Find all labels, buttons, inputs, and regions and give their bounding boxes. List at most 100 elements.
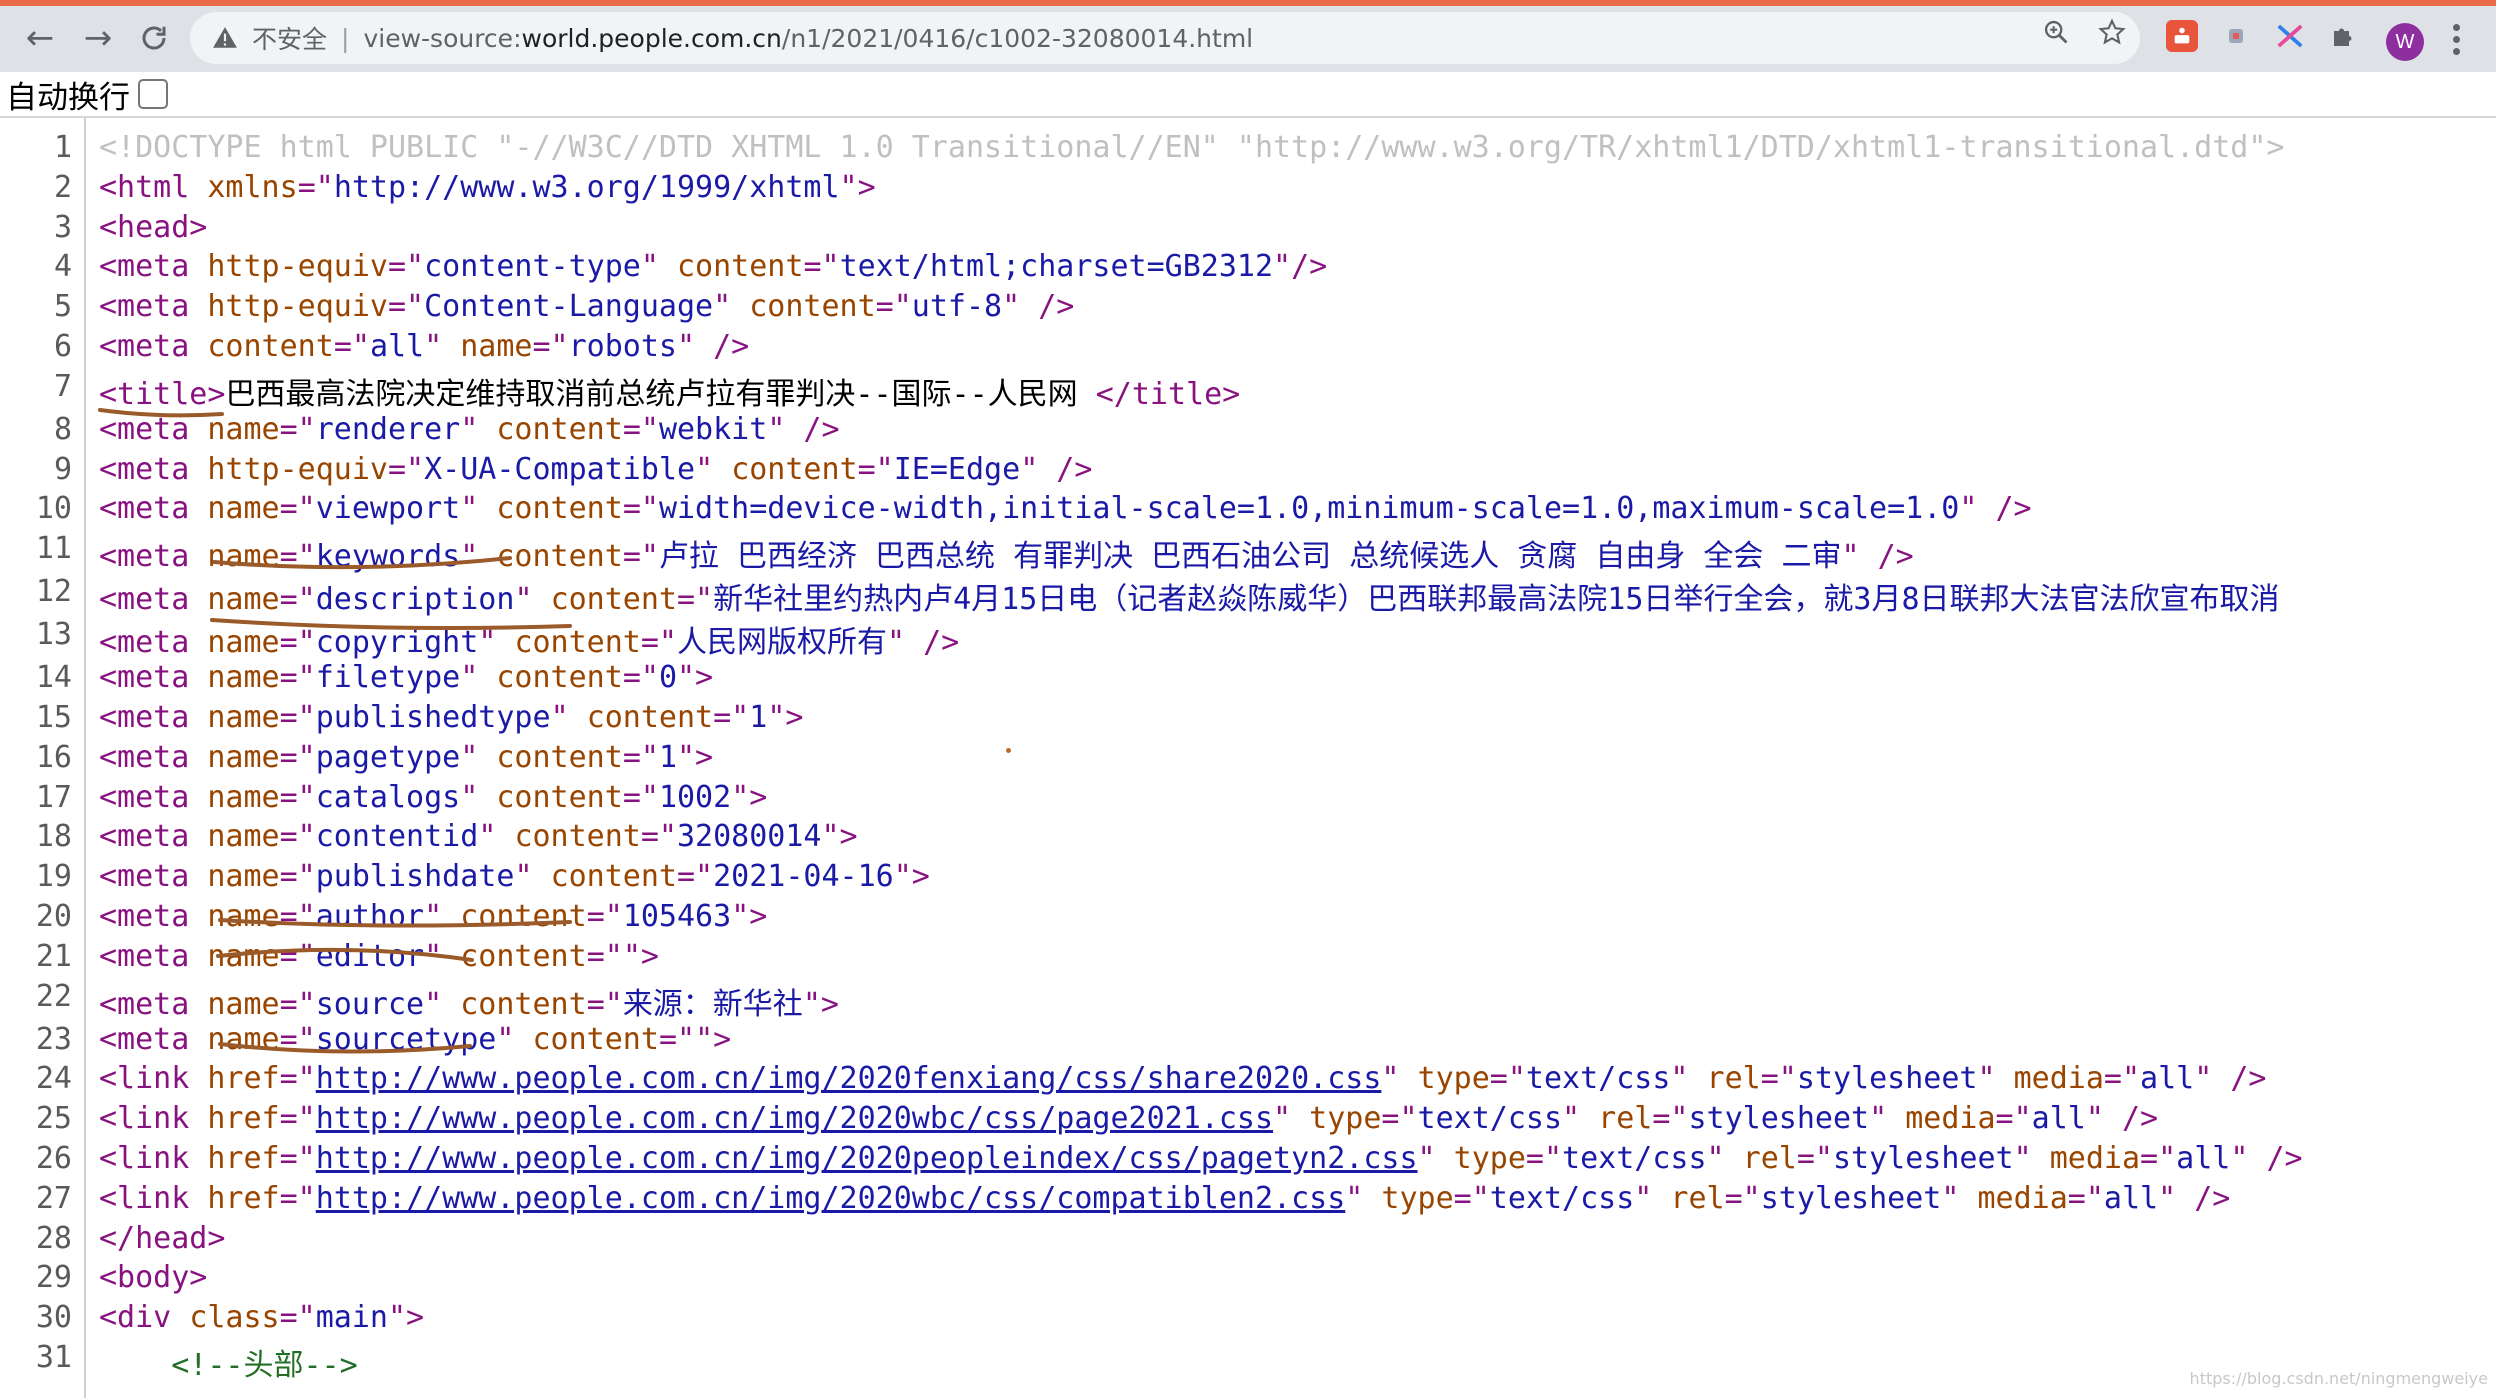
markup-token: " [1381,1061,1418,1097]
warning-icon[interactable] [212,25,238,51]
source-line: <meta http-equiv="content-type" content=… [99,249,1327,284]
attribute-name: http-equiv [207,451,388,487]
markup-token: "> [767,700,804,735]
markup-token: =" [1796,1141,1833,1176]
attribute-name: content [496,779,623,815]
attribute-name: content [532,1021,659,1057]
attribute-name: rel [1706,1061,1761,1097]
line-number: 15 [35,700,72,735]
markup-token: "/> [1273,249,1328,285]
extension-icon[interactable] [2274,20,2306,52]
markup-token: "> [893,859,930,895]
source-link[interactable]: http://www.people.com.cn/img/2020wbc/css… [316,1101,1273,1136]
line-wrap-label[interactable]: 自动换行 [6,72,130,117]
attribute-name: content [460,938,587,974]
source-link[interactable]: http://www.people.com.cn/img/2020peoplei… [316,1141,1418,1176]
forward-icon[interactable]: → [76,16,120,60]
attribute-name: name [207,739,280,775]
avatar[interactable]: W [2386,23,2424,61]
markup-token: " [460,779,497,815]
url-path: /n1/2021/0416/c1002-32080014.html [781,23,1254,53]
extension-icon[interactable] [2166,20,2198,52]
markup-token: =" [279,1141,316,1176]
markup-token: <meta [99,411,208,447]
attribute-name: content [677,249,804,285]
text-content [99,1348,171,1383]
markup-token: " /> [2230,1141,2303,1176]
attribute-name: type [1417,1061,1490,1097]
attribute-value: 来源：新华社 [622,986,803,1022]
markup-token: " [1941,1180,1978,1216]
line-number: 6 [53,329,72,364]
line-number: 26 [35,1141,72,1176]
attribute-name: http-equiv [207,289,388,325]
line-wrap-row: 自动换行 [0,72,2496,118]
attribute-value: X-UA-Compatible [424,451,696,487]
markup-token: "> [731,779,768,815]
line-number: 5 [53,289,72,325]
markup-token: <meta [99,249,208,285]
markup-token: =" [2140,1141,2177,1176]
source-line: <meta name="source" content="来源：新华社"> [99,979,839,1023]
line-number: 10 [35,491,72,527]
markup-token: =" [333,329,370,364]
markup-token: <div [99,1300,190,1336]
attribute-name: rel [1742,1141,1797,1176]
markup-token: <meta [99,329,208,364]
markup-token: " [550,700,587,735]
markup-token: <link [99,1101,208,1137]
attribute-value: 人民网版权所有 [677,625,887,661]
extension-icon[interactable] [2220,20,2252,52]
line-wrap-checkbox[interactable] [138,79,168,109]
markup-token: =" [713,700,750,735]
attribute-value: all [2031,1101,2086,1137]
attribute-value: stylesheet [1688,1101,1870,1137]
markup-token: =" [622,491,659,527]
attribute-value: main [315,1300,388,1336]
attribute-value: robots [568,329,677,364]
line-number: 17 [35,779,72,815]
source-link[interactable]: http://www.people.com.cn/img/2020fenxian… [316,1061,1382,1096]
source-line: <link href="http://www.people.com.cn/img… [99,1141,2303,1176]
markup-token: " /> [2158,1180,2231,1216]
attribute-name: name [207,779,280,815]
markup-token: =" [1453,1180,1490,1216]
security-label[interactable]: 不安全 [252,20,327,56]
attribute-name: media [2013,1061,2104,1097]
attribute-name: href [207,1061,280,1097]
markup-token: " /> [1959,491,2032,527]
back-icon[interactable]: ← [18,16,62,60]
source-line: <meta name="renderer" content="webkit" /… [99,412,840,447]
markup-token: <meta [99,289,208,325]
markup-token: =" [279,411,316,447]
source-link[interactable]: http://www.people.com.cn/img/2020wbc/css… [316,1181,1346,1216]
source-line: <link href="http://www.people.com.cn/img… [99,1101,2158,1136]
attribute-name: name [207,899,280,934]
attribute-value: catalogs [315,779,461,815]
menu-icon[interactable] [2448,20,2464,60]
attribute-value: publishdate [315,859,515,895]
line-number: 8 [53,411,72,447]
markup-token: =" [279,1180,316,1216]
markup-token: =" [2067,1180,2104,1216]
attribute-name: content [550,582,677,618]
zoom-icon[interactable] [2042,18,2070,46]
line-number: 20 [35,899,72,934]
attribute-value: description [315,582,515,618]
source-line: <meta name="pagetype" content="1"> [99,740,713,775]
markup-token: =" [388,249,425,285]
markup-token: =" [279,539,316,575]
attribute-value: copyright [315,625,479,661]
attribute-value: width=device-width,initial-scale=1.0,min… [658,491,1960,527]
attribute-name: content [749,289,876,325]
attribute-value: text/css [1562,1141,1707,1176]
puzzle-icon[interactable] [2328,20,2360,52]
markup-token: " [460,739,497,775]
markup-token: " [460,660,497,696]
reload-icon[interactable] [132,16,176,60]
address-bar[interactable]: 不安全 | view-source: world.people.com.cn/n1… [190,12,2140,64]
markup-token: " [713,289,750,325]
markup-token: =" [2103,1061,2141,1097]
star-icon[interactable] [2098,18,2126,46]
markup-token: =" [279,779,316,815]
